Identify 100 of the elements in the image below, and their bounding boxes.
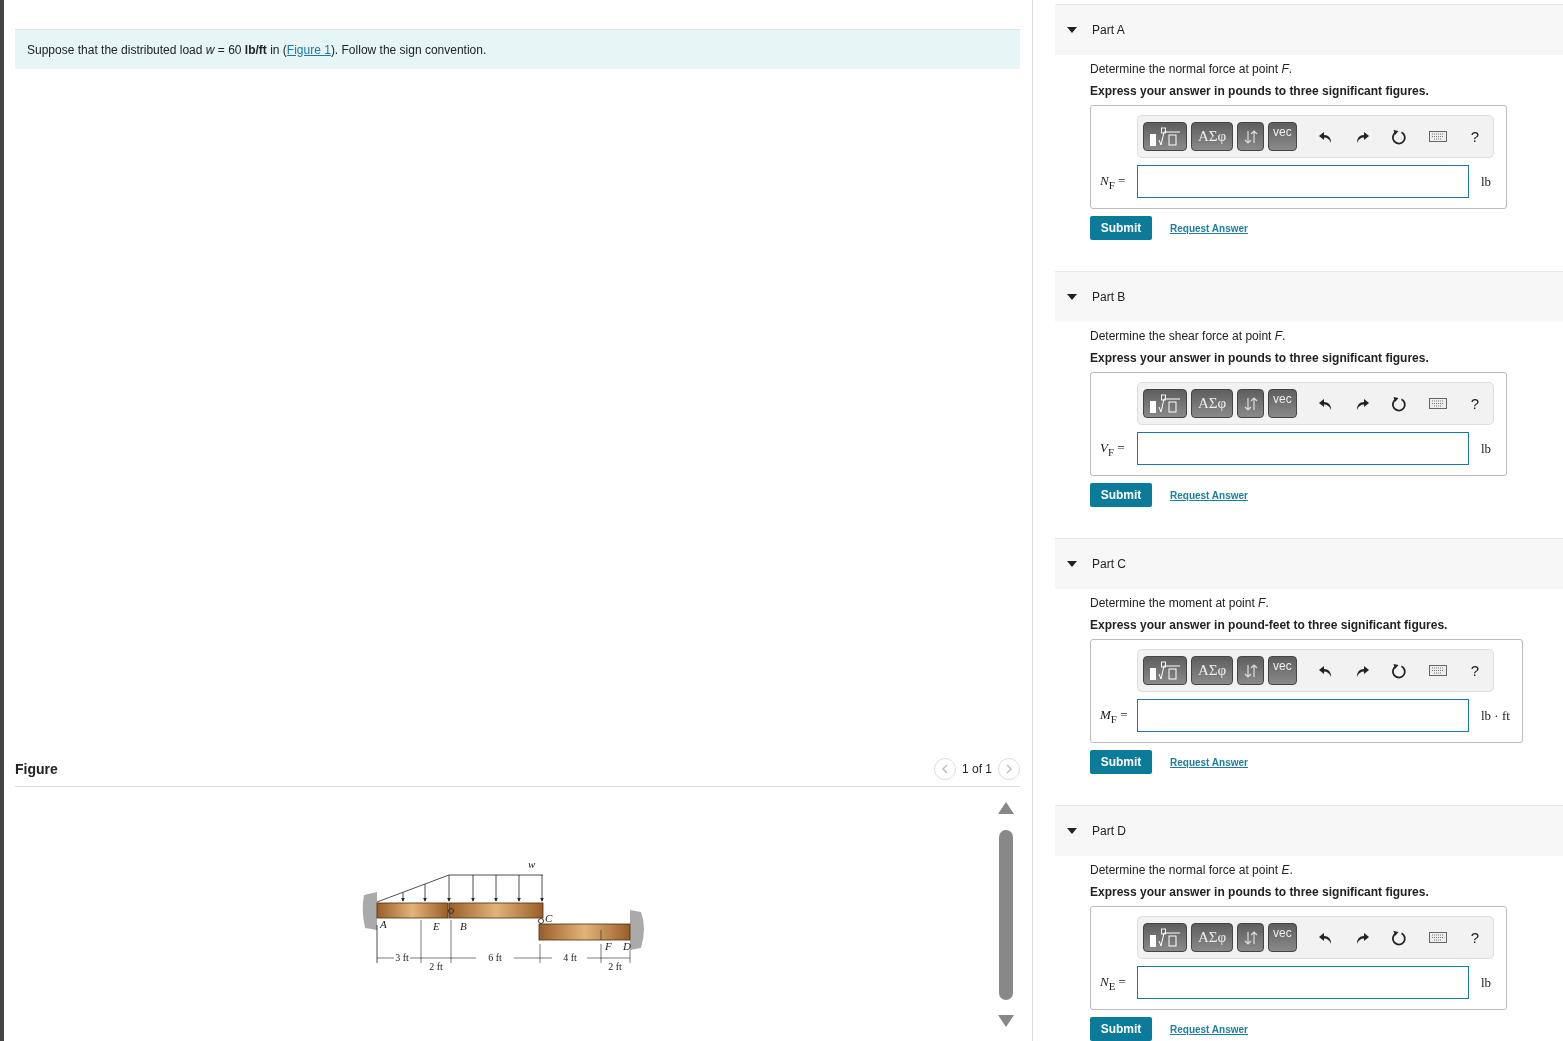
caret-icon[interactable] [1067, 26, 1077, 34]
arrows-button[interactable] [1237, 389, 1264, 418]
unit-label: lb [1481, 440, 1492, 457]
request-answer-link[interactable]: Request Answer [1170, 756, 1248, 768]
dimension-label: 2 ft [608, 961, 622, 972]
caret-icon[interactable] [1067, 827, 1077, 835]
arrows-button[interactable] [1237, 656, 1264, 685]
reset-icon[interactable] [1390, 128, 1407, 145]
redo-icon[interactable] [1354, 129, 1369, 144]
keyboard-icon[interactable] [1428, 665, 1447, 676]
part-header[interactable]: Part D [1055, 805, 1563, 856]
point-label: A [380, 918, 387, 930]
variable-label: N$_{E}$ = [1100, 973, 1127, 992]
help-button[interactable]: ? [1470, 662, 1480, 679]
dimension-label: 4 ft [563, 952, 577, 963]
template-icon[interactable] [1148, 660, 1182, 681]
vector-button[interactable]: vec [1268, 122, 1297, 151]
figure-link[interactable]: Figure 1 [286, 42, 331, 57]
template-icon[interactable] [1148, 393, 1182, 414]
part-header[interactable]: Part B [1055, 271, 1563, 322]
caret-icon[interactable] [1067, 560, 1077, 568]
vector-button[interactable]: vec [1268, 656, 1297, 685]
symbols-button[interactable]: ΑΣφ [1191, 923, 1233, 952]
unit-label: lb · ft [1481, 707, 1510, 724]
part-header[interactable]: Part A [1055, 4, 1563, 55]
template-button[interactable] [1143, 389, 1187, 418]
help-button[interactable]: ? [1470, 128, 1480, 145]
arrows-button[interactable] [1237, 923, 1264, 952]
part-header[interactable]: Part C [1055, 538, 1563, 589]
answer-field[interactable] [1137, 432, 1469, 465]
instruction-text: Express your answer in pounds to three significant figures. [1090, 350, 1430, 366]
undo-icon[interactable] [1318, 396, 1333, 411]
help-button[interactable]: ? [1470, 395, 1480, 412]
submit-button[interactable]: Submit [1090, 216, 1152, 240]
variable-label: M$_{F}$ = [1100, 706, 1129, 725]
keyboard-icon[interactable] [1428, 932, 1447, 943]
point-label: C [545, 912, 553, 924]
arrows-button[interactable] [1237, 122, 1264, 151]
point-label: D [623, 940, 631, 952]
page-counter: 1 of 1 [961, 762, 992, 776]
template-button[interactable] [1143, 923, 1187, 952]
answer-field[interactable] [1137, 699, 1469, 732]
arrows-icon[interactable] [1243, 663, 1258, 678]
template-button[interactable] [1143, 656, 1187, 685]
question-text: Determine the normal force at point E. [1090, 862, 1294, 878]
request-answer-link[interactable]: Request Answer [1170, 1023, 1248, 1035]
dimension-label: 3 ft [395, 952, 409, 963]
symbols-button[interactable]: ΑΣφ [1191, 389, 1233, 418]
reset-icon[interactable] [1390, 929, 1407, 946]
scroll-up-icon[interactable] [998, 801, 1014, 815]
point-label: F [605, 940, 612, 952]
reset-icon[interactable] [1390, 395, 1407, 412]
undo-icon[interactable] [1318, 663, 1333, 678]
unit-label: lb [1481, 974, 1492, 991]
arrows-icon[interactable] [1243, 930, 1258, 945]
submit-button[interactable]: Submit [1090, 1017, 1152, 1041]
load-label: w [528, 858, 536, 870]
undo-icon[interactable] [1318, 129, 1333, 144]
redo-icon[interactable] [1354, 663, 1369, 678]
keyboard-icon[interactable] [1428, 131, 1447, 142]
undo-icon[interactable] [1318, 930, 1333, 945]
figure-heading: Figure [15, 761, 58, 777]
scroll-down-icon[interactable] [998, 1014, 1014, 1028]
vector-button[interactable]: vec [1268, 389, 1297, 418]
submit-button[interactable]: Submit [1090, 750, 1152, 774]
dimension-label: 6 ft [488, 952, 502, 963]
question-text: Determine the shear force at point F. [1090, 328, 1287, 344]
variable-label: V$_{F}$ = [1100, 439, 1126, 458]
question-text: Determine the moment at point F. [1090, 595, 1270, 611]
request-answer-link[interactable]: Request Answer [1170, 222, 1248, 234]
part-title[interactable]: Part A [1092, 23, 1125, 37]
redo-icon[interactable] [1354, 930, 1369, 945]
template-button[interactable] [1143, 122, 1187, 151]
submit-button[interactable]: Submit [1090, 483, 1152, 507]
keyboard-icon[interactable] [1428, 398, 1447, 409]
symbols-button[interactable]: ΑΣφ [1191, 122, 1233, 151]
request-answer-link[interactable]: Request Answer [1170, 489, 1248, 501]
vector-button[interactable]: vec [1268, 923, 1297, 952]
part-title[interactable]: Part C [1092, 557, 1126, 571]
scroll-thumb[interactable] [999, 829, 1013, 1000]
reset-icon[interactable] [1390, 662, 1407, 679]
part-title[interactable]: Part D [1092, 824, 1126, 838]
instruction-text: Express your answer in pounds to three significant figures. [1090, 83, 1430, 99]
template-icon[interactable] [1148, 927, 1182, 948]
answer-field[interactable] [1137, 165, 1469, 198]
problem-statement: Suppose that the distributed load w = 60 lb/ft in (Figure 1). Follow the sign convention. [27, 42, 487, 57]
instruction-text: Express your answer in pound-feet to three significant figures. [1090, 617, 1449, 633]
template-icon[interactable] [1148, 126, 1182, 147]
variable-label: N$_{F}$ = [1100, 172, 1127, 191]
redo-icon[interactable] [1354, 396, 1369, 411]
arrows-icon[interactable] [1243, 129, 1258, 144]
answer-field[interactable] [1137, 966, 1469, 999]
caret-icon[interactable] [1067, 293, 1077, 301]
part-title[interactable]: Part B [1092, 290, 1126, 304]
arrows-icon[interactable] [1243, 396, 1258, 411]
scrollbar[interactable] [998, 801, 1014, 1028]
dimension-label: 2 ft [429, 961, 443, 972]
symbols-button[interactable]: ΑΣφ [1191, 656, 1233, 685]
point-label: E [433, 920, 440, 932]
help-button[interactable]: ? [1470, 929, 1480, 946]
